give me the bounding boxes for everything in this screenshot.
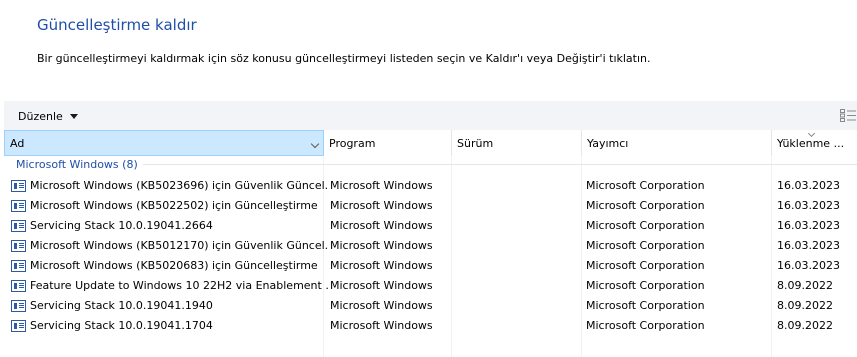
- update-version: [456, 216, 584, 236]
- update-installed-on: 8.09.2022: [777, 319, 833, 332]
- update-installed-on: 16.03.2023: [777, 219, 840, 232]
- table-row[interactable]: Feature Update to Windows 10 22H2 via En…: [4, 276, 857, 296]
- table-row[interactable]: Microsoft Windows (KB5012170) için Güven…: [4, 236, 857, 256]
- update-version: [456, 296, 584, 316]
- update-name-cell: Microsoft Windows (KB5022502) için Günce…: [11, 196, 329, 216]
- update-program: Microsoft Windows: [330, 259, 433, 272]
- update-installed-on: 16.03.2023: [777, 239, 840, 252]
- table-row[interactable]: Servicing Stack 10.0.19041.1940 Microsoft…: [4, 296, 857, 316]
- update-name-cell: Servicing Stack 10.0.19041.1940: [11, 296, 329, 316]
- group-divider-line: [143, 164, 857, 165]
- toolbar: Düzenle: [4, 101, 857, 130]
- column-header-row: Ad Program Sürüm Yayımcı Yüklenme ...: [4, 130, 857, 156]
- column-header-installed-on[interactable]: Yüklenme ...: [772, 130, 857, 156]
- update-program: Microsoft Windows: [330, 279, 433, 292]
- update-package-icon: [11, 280, 26, 292]
- update-package-icon: [11, 180, 26, 192]
- update-publisher: Microsoft Corporation: [586, 199, 705, 212]
- update-package-icon: [11, 260, 26, 272]
- group-header-microsoft-windows[interactable]: Microsoft Windows (8): [16, 157, 138, 172]
- column-header-version-label: Sürüm: [457, 136, 494, 150]
- chevron-down-icon: [69, 114, 78, 119]
- table-row[interactable]: Servicing Stack 10.0.19041.1704 Microsoft…: [4, 316, 857, 336]
- update-name-cell: Servicing Stack 10.0.19041.1704: [11, 316, 329, 336]
- table-row[interactable]: Microsoft Windows (KB5022502) için Günce…: [4, 196, 857, 216]
- update-publisher: Microsoft Corporation: [586, 179, 705, 192]
- update-package-icon: [11, 300, 26, 312]
- update-package-icon: [11, 220, 26, 232]
- update-program: Microsoft Windows: [330, 179, 433, 192]
- update-installed-on: 16.03.2023: [777, 199, 840, 212]
- update-name: Feature Update to Windows 10 22H2 via En…: [30, 279, 329, 292]
- update-name: Servicing Stack 10.0.19041.1940: [30, 299, 213, 312]
- update-publisher: Microsoft Corporation: [586, 239, 705, 252]
- update-version: [456, 196, 584, 216]
- update-version: [456, 236, 584, 256]
- column-header-publisher-label: Yayımcı: [587, 136, 629, 150]
- column-header-version[interactable]: Sürüm: [452, 130, 582, 156]
- update-name-cell: Microsoft Windows (KB5012170) için Güven…: [11, 236, 329, 256]
- update-package-icon: [11, 240, 26, 252]
- update-name-cell: Servicing Stack 10.0.19041.2664: [11, 216, 329, 236]
- update-program: Microsoft Windows: [330, 239, 433, 252]
- column-header-publisher[interactable]: Yayımcı: [582, 130, 772, 156]
- table-row[interactable]: Microsoft Windows (KB5023696) için Güven…: [4, 176, 857, 196]
- update-name: Microsoft Windows (KB5012170) için Güven…: [30, 239, 329, 252]
- table-row[interactable]: Servicing Stack 10.0.19041.2664 Microsoft…: [4, 216, 857, 236]
- update-program: Microsoft Windows: [330, 219, 433, 232]
- column-header-name-label: Ad: [10, 136, 25, 150]
- update-name: Servicing Stack 10.0.19041.1704: [30, 319, 213, 332]
- page-instructions: Bir güncelleştirmeyi kaldırmak için söz …: [37, 52, 651, 65]
- view-options-icon[interactable]: [840, 109, 856, 122]
- update-name: Microsoft Windows (KB5022502) için Günce…: [30, 199, 318, 212]
- update-version: [456, 276, 584, 296]
- update-package-icon: [11, 320, 26, 332]
- update-publisher: Microsoft Corporation: [586, 299, 705, 312]
- update-version: [456, 256, 584, 276]
- update-publisher: Microsoft Corporation: [586, 219, 705, 232]
- column-header-program-label: Program: [329, 136, 376, 150]
- update-name-cell: Microsoft Windows (KB5020683) için Günce…: [11, 256, 329, 276]
- update-name: Servicing Stack 10.0.19041.2664: [30, 219, 213, 232]
- column-header-program[interactable]: Program: [324, 130, 452, 156]
- update-version: [456, 316, 584, 336]
- update-installed-on: 16.03.2023: [777, 259, 840, 272]
- update-publisher: Microsoft Corporation: [586, 279, 705, 292]
- page-title: Güncelleştirme kaldır: [37, 16, 197, 34]
- organize-menu-button[interactable]: Düzenle: [18, 108, 78, 124]
- update-name: Microsoft Windows (KB5020683) için Günce…: [30, 259, 318, 272]
- update-program: Microsoft Windows: [330, 199, 433, 212]
- update-installed-on: 16.03.2023: [777, 179, 840, 192]
- table-row[interactable]: Microsoft Windows (KB5020683) için Günce…: [4, 256, 857, 276]
- update-installed-on: 8.09.2022: [777, 279, 833, 292]
- update-version: [456, 176, 584, 196]
- update-name: Microsoft Windows (KB5023696) için Güven…: [30, 179, 329, 192]
- update-publisher: Microsoft Corporation: [586, 259, 705, 272]
- update-installed-on: 8.09.2022: [777, 299, 833, 312]
- update-program: Microsoft Windows: [330, 299, 433, 312]
- chevron-down-icon[interactable]: [310, 139, 320, 149]
- update-name-cell: Feature Update to Windows 10 22H2 via En…: [11, 276, 329, 296]
- update-publisher: Microsoft Corporation: [586, 319, 705, 332]
- update-program: Microsoft Windows: [330, 319, 433, 332]
- update-package-icon: [11, 200, 26, 212]
- organize-label: Düzenle: [18, 109, 63, 123]
- column-header-installed-on-label: Yüklenme ...: [777, 136, 845, 150]
- update-name-cell: Microsoft Windows (KB5023696) için Güven…: [11, 176, 329, 196]
- column-header-name[interactable]: Ad: [4, 130, 324, 156]
